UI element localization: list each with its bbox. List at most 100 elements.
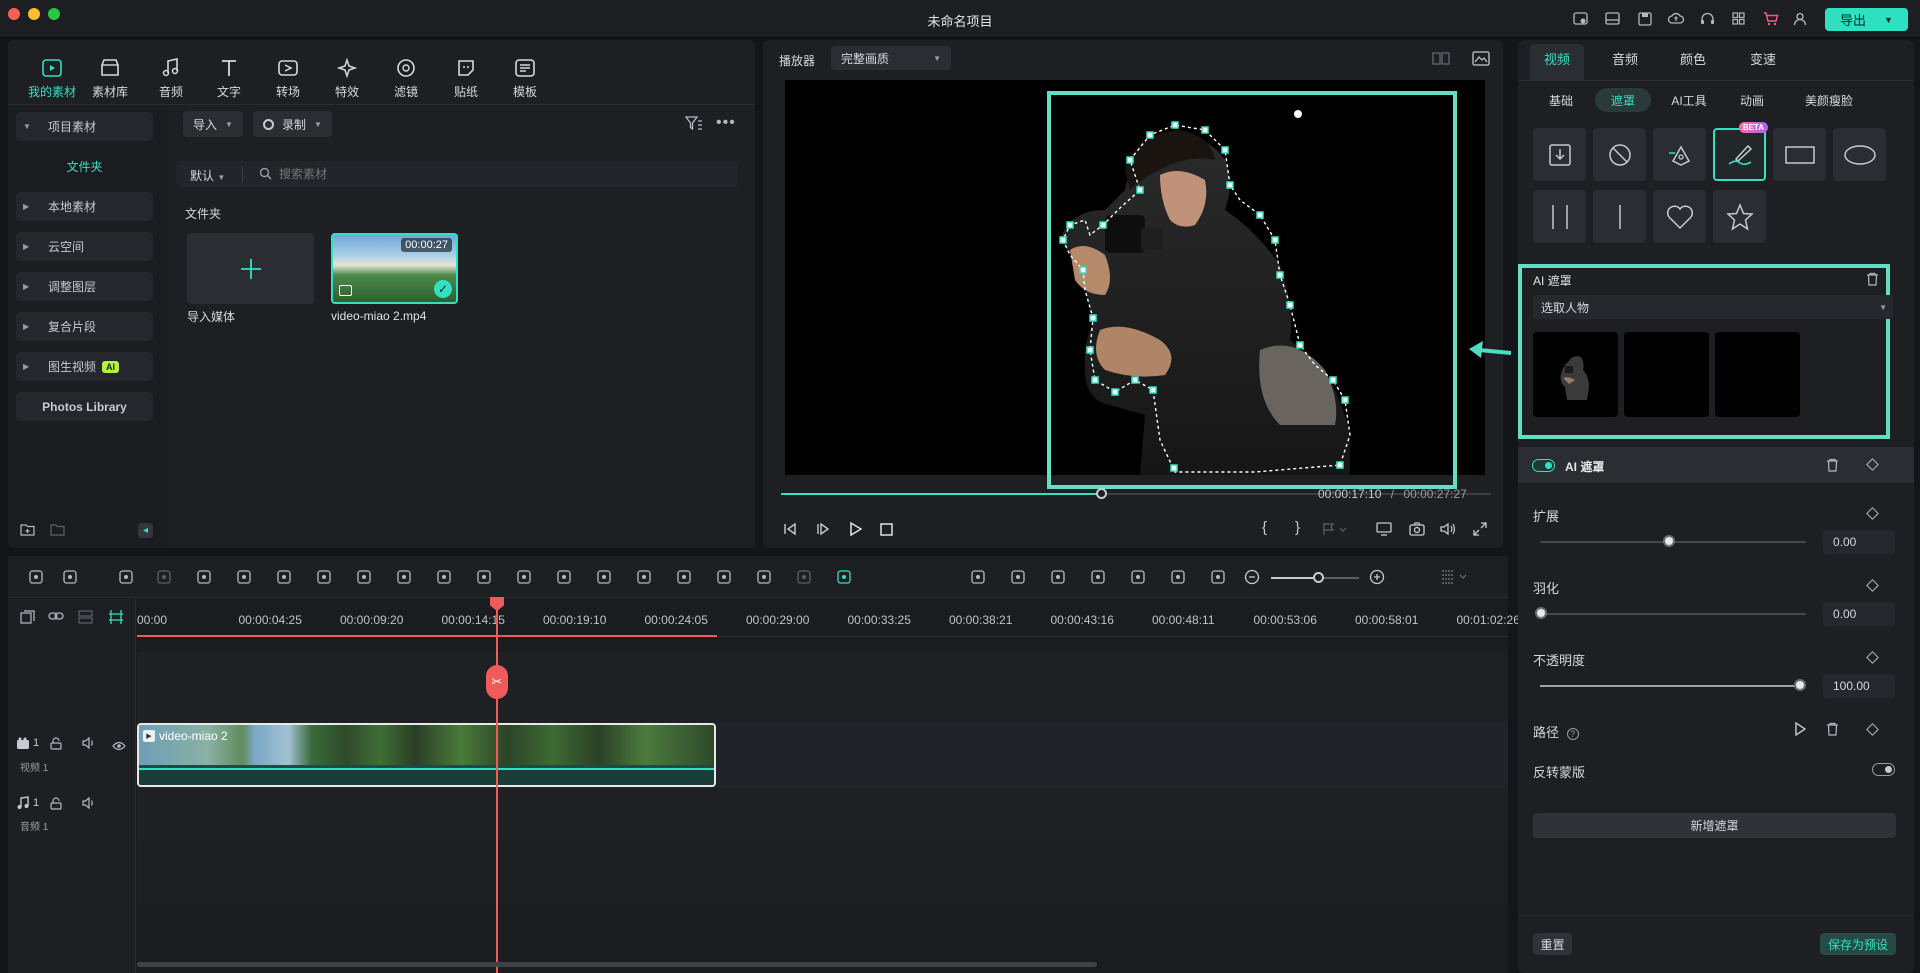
media-tab-effects[interactable]: 特效: [320, 57, 374, 100]
ai-mask-thumbnail-2[interactable]: [1624, 332, 1709, 417]
expand-arrow-icon[interactable]: ▶: [23, 202, 29, 211]
sidebar-item-project-media[interactable]: ▼ 项目素材: [16, 112, 153, 141]
media-tab-text[interactable]: 文字: [202, 57, 256, 100]
record-voice-icon[interactable]: [968, 568, 988, 586]
edit-tool-icon[interactable]: [674, 568, 694, 586]
group-icon[interactable]: [434, 568, 454, 586]
save-preset-button[interactable]: 保存为预设: [1820, 933, 1896, 955]
lock-icon[interactable]: [50, 737, 62, 753]
sort-dropdown[interactable]: 默认 ▼: [190, 167, 225, 184]
cart-icon[interactable]: [1762, 11, 1779, 26]
fullscreen-icon[interactable]: [1473, 522, 1487, 539]
mask-brush-button[interactable]: BETA: [1713, 122, 1768, 181]
timer-icon[interactable]: [714, 568, 734, 586]
export-button[interactable]: 导出 ▼: [1825, 8, 1908, 31]
mask-none-button[interactable]: [1593, 128, 1646, 181]
mask-pen-button[interactable]: [1653, 128, 1706, 181]
feather-slider-knob[interactable]: [1535, 607, 1547, 619]
sidebar-item-compound[interactable]: ▶ 复合片段: [16, 312, 153, 341]
media-clip-thumbnail[interactable]: 00:00:27 ✓: [331, 233, 458, 304]
grid-view-icon[interactable]: [1432, 52, 1450, 68]
project-settings-icon[interactable]: [1572, 11, 1589, 26]
mask-double-line-button[interactable]: [1533, 190, 1586, 243]
opacity-slider-knob[interactable]: [1794, 679, 1806, 691]
play-path-icon[interactable]: [1794, 721, 1807, 739]
add-track-icon[interactable]: [20, 610, 35, 627]
volume-icon[interactable]: [1440, 522, 1456, 539]
ai-mask-toggle[interactable]: [1532, 459, 1555, 472]
inspector-subtab[interactable]: 美颜瘦脸: [1790, 88, 1868, 112]
expand-arrow-icon[interactable]: ▶: [23, 242, 29, 251]
sidebar-item-image-to-video[interactable]: ▶ 图生视频 AI: [16, 352, 153, 381]
play-icon[interactable]: [849, 521, 863, 539]
fit-icon[interactable]: [1208, 568, 1228, 586]
snapshot-image-icon[interactable]: [1472, 51, 1490, 69]
sidebar-item-folder[interactable]: 文件夹: [16, 158, 153, 175]
timeline-scrollbar[interactable]: [137, 962, 1097, 967]
feather-value-field[interactable]: 0.00: [1823, 602, 1895, 626]
link-clip-icon[interactable]: [834, 568, 854, 586]
shape-tool-icon[interactable]: [354, 568, 374, 586]
support-headset-icon[interactable]: [1699, 11, 1716, 26]
render-icon[interactable]: [1008, 568, 1028, 586]
cloud-upload-icon[interactable]: [1667, 11, 1684, 26]
sidebar-item-adjustment[interactable]: ▶ 调整图层: [16, 272, 153, 301]
inspector-subtab[interactable]: AI工具: [1661, 88, 1717, 112]
image-tool-icon[interactable]: [474, 568, 494, 586]
inspector-subtab[interactable]: 基础: [1533, 88, 1589, 112]
media-tab-sticker[interactable]: 贴纸: [439, 57, 493, 100]
media-tab-stock-media[interactable]: 素材库: [83, 57, 137, 100]
color-icon[interactable]: [394, 568, 414, 586]
mask-single-line-button[interactable]: [1593, 190, 1646, 243]
inspector-subtab[interactable]: 动画: [1724, 88, 1780, 112]
freeze-icon[interactable]: [754, 568, 774, 586]
mask-import-button[interactable]: [1533, 128, 1586, 181]
media-tab-template[interactable]: 模板: [498, 57, 552, 100]
transform-icon[interactable]: [794, 568, 814, 586]
media-tab-filter[interactable]: 滤镜: [379, 57, 433, 100]
undo-icon[interactable]: [116, 568, 136, 586]
sidebar-item-cloud[interactable]: ▶ 云空间: [16, 232, 153, 261]
expand-arrow-icon[interactable]: ▼: [23, 122, 31, 131]
inspector-tab[interactable]: 音频: [1598, 44, 1652, 80]
sidebar-item-local[interactable]: ▶ 本地素材: [16, 192, 153, 221]
zoom-in-icon[interactable]: [1369, 569, 1385, 588]
zoom-out-icon[interactable]: [1244, 569, 1260, 588]
redo-icon[interactable]: [154, 568, 174, 586]
eye-icon[interactable]: [112, 739, 126, 754]
link-icon[interactable]: [48, 610, 64, 625]
mark-out-icon[interactable]: }: [1295, 519, 1300, 536]
reset-button[interactable]: 重置: [1533, 933, 1572, 955]
player-progress-knob[interactable]: [1095, 488, 1107, 499]
expand-arrow-icon[interactable]: ▶: [23, 322, 29, 331]
stop-icon[interactable]: [880, 523, 893, 539]
play-backward-icon[interactable]: [816, 522, 830, 539]
camera-snapshot-icon[interactable]: [1409, 522, 1425, 539]
filter-icon[interactable]: [684, 115, 703, 134]
more-options-icon[interactable]: •••: [716, 114, 736, 132]
feather-slider-track[interactable]: [1540, 613, 1806, 615]
chevron-down-icon[interactable]: ▼: [1884, 15, 1893, 25]
mask-star-button[interactable]: [1713, 190, 1766, 243]
quality-dropdown[interactable]: 完整画质 ▼: [831, 46, 951, 70]
delete-icon[interactable]: [1866, 272, 1879, 289]
timeline-video-clip[interactable]: ▶ video-miao 2: [137, 723, 716, 787]
replace-icon[interactable]: [1168, 568, 1188, 586]
select-pointer-icon[interactable]: [60, 568, 80, 586]
inspector-tab[interactable]: 视频: [1530, 44, 1584, 80]
expand-slider-knob[interactable]: [1663, 535, 1675, 547]
inspector-tab[interactable]: 颜色: [1666, 44, 1720, 80]
track-volume-icon[interactable]: [82, 796, 96, 812]
snap-magnet-icon[interactable]: [108, 609, 124, 628]
ai-tool-icon[interactable]: [634, 568, 654, 586]
ai-mask-thumbnail-1[interactable]: [1533, 332, 1618, 417]
opacity-value-field[interactable]: 100.00: [1823, 674, 1895, 698]
expand-arrow-icon[interactable]: ▶: [23, 282, 29, 291]
apps-grid-icon[interactable]: [1730, 11, 1747, 26]
zoom-slider-knob[interactable]: [1313, 572, 1324, 583]
layout-switch-icon[interactable]: [26, 568, 46, 586]
mask-ellipse-button[interactable]: [1833, 128, 1886, 181]
collapse-sidebar-icon[interactable]: ◂: [138, 523, 153, 538]
track-volume-icon[interactable]: [82, 736, 96, 752]
add-mask-button[interactable]: 新增遮罩: [1533, 813, 1896, 838]
